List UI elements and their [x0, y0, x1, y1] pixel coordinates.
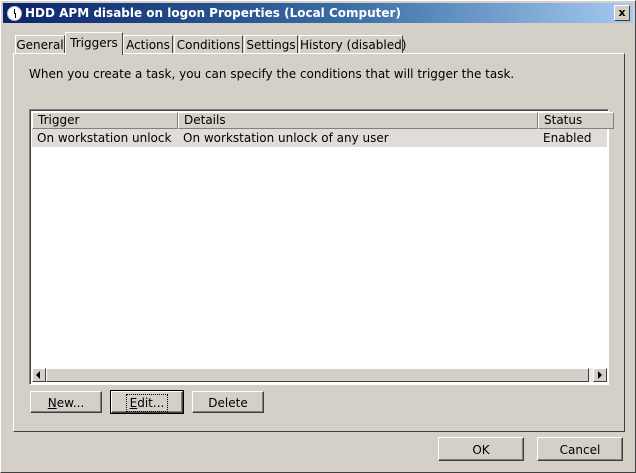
column-header-details[interactable]: Details	[178, 112, 538, 129]
scroll-left-button[interactable]	[32, 368, 46, 382]
edit-trigger-button[interactable]: Edit...	[110, 390, 184, 414]
tab-general[interactable]: General	[15, 35, 65, 54]
tab-settings[interactable]: Settings	[244, 35, 298, 54]
properties-dialog: HDD APM disable on logon Properties (Loc…	[0, 0, 636, 473]
arrow-left-icon	[36, 371, 40, 379]
new-accelerator: N	[47, 396, 57, 410]
trigger-cell: On workstation unlock	[37, 131, 172, 145]
cancel-button[interactable]: Cancel	[537, 437, 623, 461]
triggers-panel: When you create a task, you can specify …	[13, 53, 625, 432]
tab-history[interactable]: History (disabled)	[299, 35, 406, 54]
tab-triggers[interactable]: Triggers	[65, 32, 123, 55]
triggers-description: When you create a task, you can specify …	[29, 67, 515, 81]
column-header-status[interactable]: Status	[538, 112, 614, 129]
window-title: HDD APM disable on logon Properties (Loc…	[25, 6, 401, 20]
ok-button[interactable]: OK	[438, 437, 524, 461]
tab-actions[interactable]: Actions	[123, 35, 173, 54]
status-cell: Enabled	[543, 131, 592, 145]
column-header-trigger[interactable]: Trigger	[32, 112, 178, 129]
table-row[interactable]: On workstation unlock On workstation unl…	[32, 129, 607, 147]
new-button-label: ew...	[56, 396, 85, 410]
delete-trigger-button[interactable]: Delete	[192, 391, 264, 413]
scroll-right-button[interactable]	[593, 368, 607, 382]
title-bar[interactable]: HDD APM disable on logon Properties (Loc…	[3, 3, 633, 23]
edit-button-label: dit...	[137, 396, 165, 410]
tab-conditions[interactable]: Conditions	[174, 35, 243, 54]
list-header: Trigger Details Status	[32, 112, 614, 129]
close-button[interactable]: x	[614, 5, 630, 21]
new-trigger-button[interactable]: New...	[30, 391, 102, 413]
focus-rect: Edit...	[125, 394, 169, 412]
clock-icon	[7, 6, 22, 21]
details-cell: On workstation unlock of any user	[183, 131, 389, 145]
triggers-list[interactable]: Trigger Details Status On workstation un…	[29, 109, 614, 385]
horizontal-scrollbar[interactable]	[32, 368, 607, 382]
arrow-right-icon	[598, 371, 602, 379]
scroll-thumb[interactable]	[46, 368, 589, 382]
